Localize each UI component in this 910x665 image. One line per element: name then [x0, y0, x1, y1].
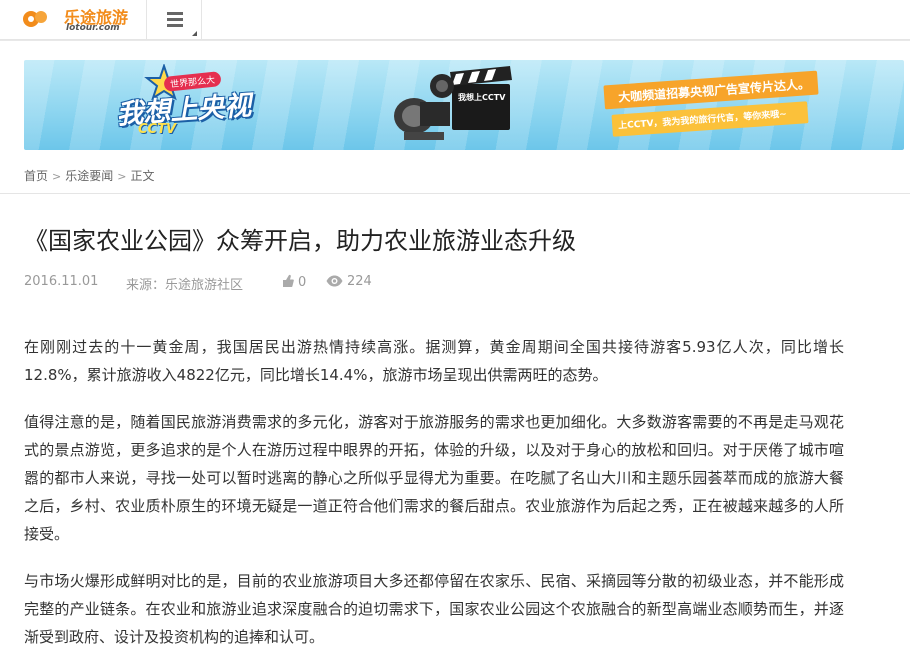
article-date: 2016.11.01 — [24, 274, 99, 289]
breadcrumb-section-link[interactable]: 乐途要闻 — [65, 169, 113, 183]
section-divider — [0, 193, 910, 194]
article-paragraph: 值得注意的是，随着国民旅游消费需求的多元化，游客对于旅游服务的需求也更加细化。大… — [24, 413, 844, 543]
menu-button[interactable] — [146, 0, 202, 40]
hamburger-menu-icon — [167, 12, 183, 15]
hamburger-menu-icon-bar — [167, 18, 183, 21]
logo-domain: lotour.com — [66, 23, 120, 33]
banner-cctv-logo: CCTV — [138, 122, 177, 137]
eye-icon — [326, 275, 343, 287]
breadcrumb: 首页 > 乐途要闻 > 正文 — [24, 167, 154, 185]
header-divider — [0, 40, 910, 41]
article-body: 在刚刚过去的十一黄金周，我国居民出游热情持续高涨。据测算，黄金周期间全国共接待游… — [24, 333, 844, 665]
like-count: 0 — [298, 275, 307, 290]
logo-mark-icon — [23, 11, 47, 27]
article-title: 《国家农业公园》众筹开启，助力农业旅游业态升级 — [24, 227, 576, 255]
breadcrumb-separator-icon: > — [117, 170, 127, 183]
corner-arrow-icon — [192, 31, 197, 36]
clapperboard-text: 我想上CCTV — [458, 93, 506, 102]
article-paragraph: 与市场火爆形成鲜明对比的是，目前的农业旅游项目大多还都停留在农家乐、民宿、采摘园… — [24, 572, 844, 646]
site-logo[interactable]: 乐途旅游 lotour.com — [22, 3, 134, 37]
thumbs-up-icon — [283, 274, 294, 287]
breadcrumb-current: 正文 — [130, 169, 155, 183]
film-camera-icon — [394, 66, 512, 140]
like-counter[interactable]: 0 — [282, 274, 306, 290]
cctv-ad-banner[interactable]: 世界那么大 我想上央视 CCTV 我想上CCTV 大咖频道招募央视广告宣传片达人… — [24, 60, 904, 150]
top-header: 乐途旅游 lotour.com — [0, 0, 910, 40]
breadcrumb-home-link[interactable]: 首页 — [24, 169, 48, 183]
hamburger-menu-icon-bar — [167, 24, 183, 27]
article-source: 来源：乐途旅游社区 — [126, 278, 244, 293]
article-paragraph: 在刚刚过去的十一黄金周，我国居民出游热情持续高涨。据测算，黄金周期间全国共接待游… — [24, 338, 844, 384]
view-count: 224 — [347, 274, 372, 289]
view-counter: 224 — [326, 274, 372, 289]
breadcrumb-separator-icon: > — [52, 170, 62, 183]
